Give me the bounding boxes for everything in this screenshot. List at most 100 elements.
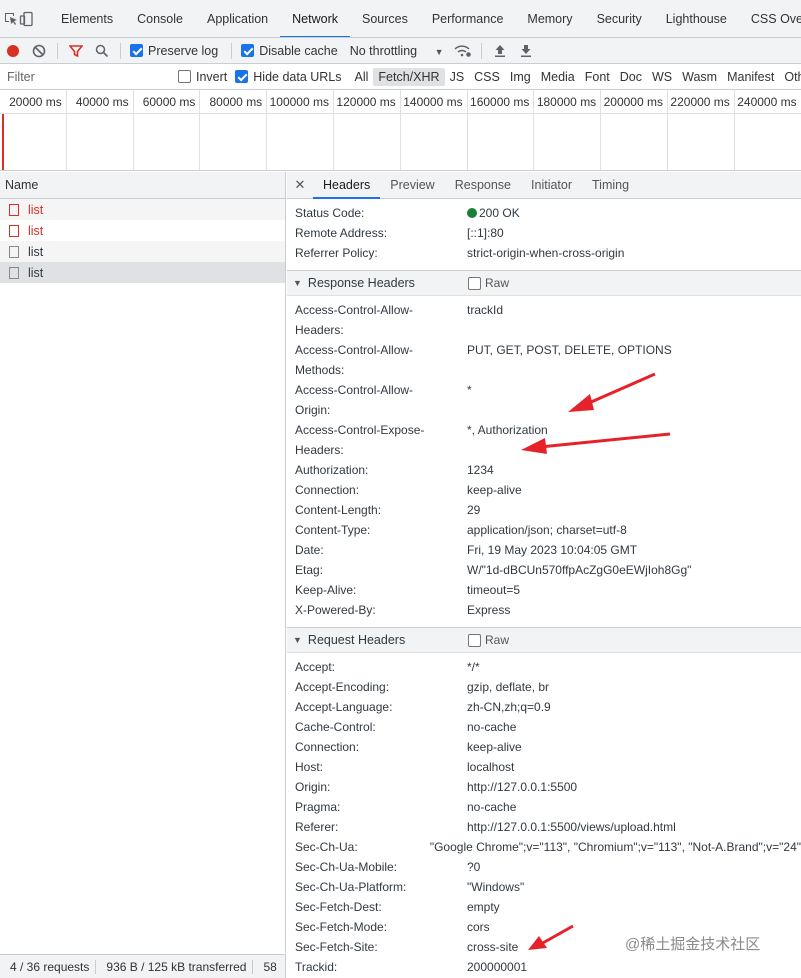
- header-row: Date: Fri, 19 May 2023 10:04:05 GMT: [295, 540, 801, 560]
- network-overview-timeline[interactable]: 20000 ms 40000 ms 60000 ms 80000 ms 100000 m…: [0, 90, 801, 171]
- tab-memory[interactable]: Memory: [515, 0, 584, 37]
- preserve-log-label: Preserve log: [148, 43, 219, 58]
- request-headers-section-header[interactable]: ▼ Request Headers Raw: [287, 627, 801, 653]
- filter-type-media[interactable]: Media: [536, 68, 580, 86]
- header-name: Access-Control-Allow-Methods:: [295, 343, 414, 377]
- filter-type-css[interactable]: CSS: [469, 68, 505, 86]
- preserve-log-checkbox[interactable]: Preserve log: [130, 44, 218, 58]
- response-raw-checkbox[interactable]: Raw: [468, 270, 509, 296]
- close-details-icon[interactable]: ✕: [287, 177, 313, 193]
- header-name: Accept-Language:: [295, 700, 393, 714]
- header-name: Referrer Policy:: [295, 246, 378, 260]
- header-name: Sec-Ch-Ua-Mobile:: [295, 860, 398, 874]
- record-icon: [7, 44, 19, 57]
- request-row[interactable]: list: [0, 199, 285, 220]
- tab-sources[interactable]: Sources: [350, 0, 420, 37]
- header-value: http://127.0.0.1:5500: [467, 777, 801, 797]
- filter-type-font[interactable]: Font: [580, 68, 615, 86]
- filter-input[interactable]: [0, 66, 168, 87]
- header-row: Access-Control-Allow-Headers: trackId: [295, 300, 801, 340]
- response-headers-section-header[interactable]: ▼ Response Headers Raw: [287, 270, 801, 296]
- record-button[interactable]: [0, 38, 26, 63]
- filter-type-all[interactable]: All: [350, 68, 374, 86]
- checkbox-checked-icon[interactable]: [130, 44, 143, 57]
- filter-toggle-button[interactable]: [63, 38, 89, 63]
- details-tab-preview[interactable]: Preview: [380, 172, 444, 199]
- hide-data-urls-checkbox[interactable]: Hide data URLs: [235, 70, 342, 84]
- timeline-ruler: 20000 ms 40000 ms 60000 ms 80000 ms 100000 m…: [0, 90, 801, 170]
- header-row: Access-Control-Allow-Origin: *: [295, 380, 801, 420]
- tab-application[interactable]: Application: [195, 0, 280, 37]
- checkbox-unchecked-icon[interactable]: [178, 70, 191, 83]
- inspect-element-icon[interactable]: [3, 6, 19, 32]
- tab-lighthouse[interactable]: Lighthouse: [654, 0, 739, 37]
- request-row[interactable]: list: [0, 262, 285, 283]
- search-button[interactable]: [89, 38, 115, 63]
- filter-type-manifest[interactable]: Manifest: [722, 68, 779, 86]
- details-tab-response[interactable]: Response: [445, 172, 521, 199]
- header-value-text: gzip, deflate, br: [467, 680, 550, 694]
- header-row: Sec-Ch-Ua-Mobile: ?0: [295, 857, 801, 877]
- tab-network[interactable]: Network: [280, 0, 350, 37]
- header-name: Access-Control-Expose-Headers:: [295, 423, 425, 457]
- filter-type-wasm[interactable]: Wasm: [677, 68, 722, 86]
- timeline-tick-label: 100000 ms: [269, 95, 329, 109]
- device-toolbar-icon[interactable]: [19, 6, 35, 32]
- request-row[interactable]: list: [0, 241, 285, 262]
- export-har-button[interactable]: [513, 38, 539, 63]
- request-details-panel: ✕ Headers Preview Response Initiator Timing …: [287, 172, 801, 978]
- details-tab-timing[interactable]: Timing: [582, 172, 639, 199]
- header-row: Sec-Ch-Ua-Platform: "Windows": [295, 877, 801, 897]
- wifi-settings-icon: [453, 44, 471, 57]
- tab-performance[interactable]: Performance: [420, 0, 516, 37]
- response-headers-list: Access-Control-Allow-Headers: trackId Acce…: [287, 300, 801, 620]
- checkbox-checked-icon[interactable]: [235, 70, 249, 83]
- tab-console[interactable]: Console: [125, 0, 195, 37]
- tab-elements[interactable]: Elements: [49, 0, 125, 37]
- download-icon: [520, 44, 531, 57]
- timeline-tick: 220000 ms: [668, 90, 735, 170]
- disable-cache-label: Disable cache: [259, 43, 338, 58]
- header-value: Fri, 19 May 2023 10:04:05 GMT: [467, 540, 801, 560]
- header-name: Sec-Ch-Ua-Platform:: [295, 880, 407, 894]
- filter-type-js[interactable]: JS: [445, 68, 470, 86]
- header-value-text: no-cache: [467, 720, 517, 734]
- throttling-select[interactable]: No throttling ▼: [350, 44, 444, 58]
- details-tab-headers[interactable]: Headers: [313, 172, 381, 199]
- response-headers-title: Response Headers: [307, 276, 415, 290]
- request-raw-checkbox[interactable]: Raw: [468, 627, 509, 653]
- header-value: keep-alive: [467, 480, 801, 500]
- header-value: [::1]:80: [467, 223, 801, 243]
- header-value: application/json; charset=utf-8: [467, 520, 801, 540]
- header-value: 29: [467, 500, 801, 520]
- filter-type-img[interactable]: Img: [505, 68, 536, 86]
- header-value: gzip, deflate, br: [467, 677, 801, 697]
- filter-type-ws[interactable]: WS: [647, 68, 677, 86]
- details-tab-initiator[interactable]: Initiator: [521, 172, 582, 199]
- header-name: Content-Length:: [295, 503, 382, 517]
- header-value: 200000001: [467, 957, 801, 977]
- name-column-header[interactable]: Name: [0, 172, 285, 199]
- details-tabbar: ✕ Headers Preview Response Initiator Timing: [287, 172, 801, 199]
- checkbox-checked-icon[interactable]: [241, 44, 255, 57]
- header-value: Express: [467, 600, 801, 620]
- disable-cache-checkbox[interactable]: Disable cache: [241, 44, 338, 58]
- tab-security[interactable]: Security: [585, 0, 654, 37]
- header-row: Sec-Ch-Ua: "Google Chrome";v="113", "Chro…: [295, 837, 801, 857]
- clear-button[interactable]: [26, 38, 52, 63]
- header-name: Content-Type:: [295, 523, 371, 537]
- header-row: Accept: */*: [295, 657, 801, 677]
- network-conditions-button[interactable]: [450, 38, 476, 63]
- invert-checkbox[interactable]: Invert: [178, 70, 227, 84]
- timeline-tick: 20000 ms: [0, 90, 67, 170]
- tab-css-overview[interactable]: CSS Overview: [739, 0, 801, 37]
- checkbox-unchecked-icon[interactable]: [468, 276, 481, 290]
- header-value-text: 29: [467, 503, 481, 517]
- request-row[interactable]: list: [0, 220, 285, 241]
- checkbox-unchecked-icon[interactable]: [468, 633, 481, 647]
- filter-type-doc[interactable]: Doc: [615, 68, 647, 86]
- import-har-button[interactable]: [487, 38, 513, 63]
- filter-type-other[interactable]: Other: [779, 68, 801, 86]
- header-value-text: keep-alive: [467, 740, 522, 754]
- filter-type-fetch-xhr[interactable]: Fetch/XHR: [373, 67, 445, 86]
